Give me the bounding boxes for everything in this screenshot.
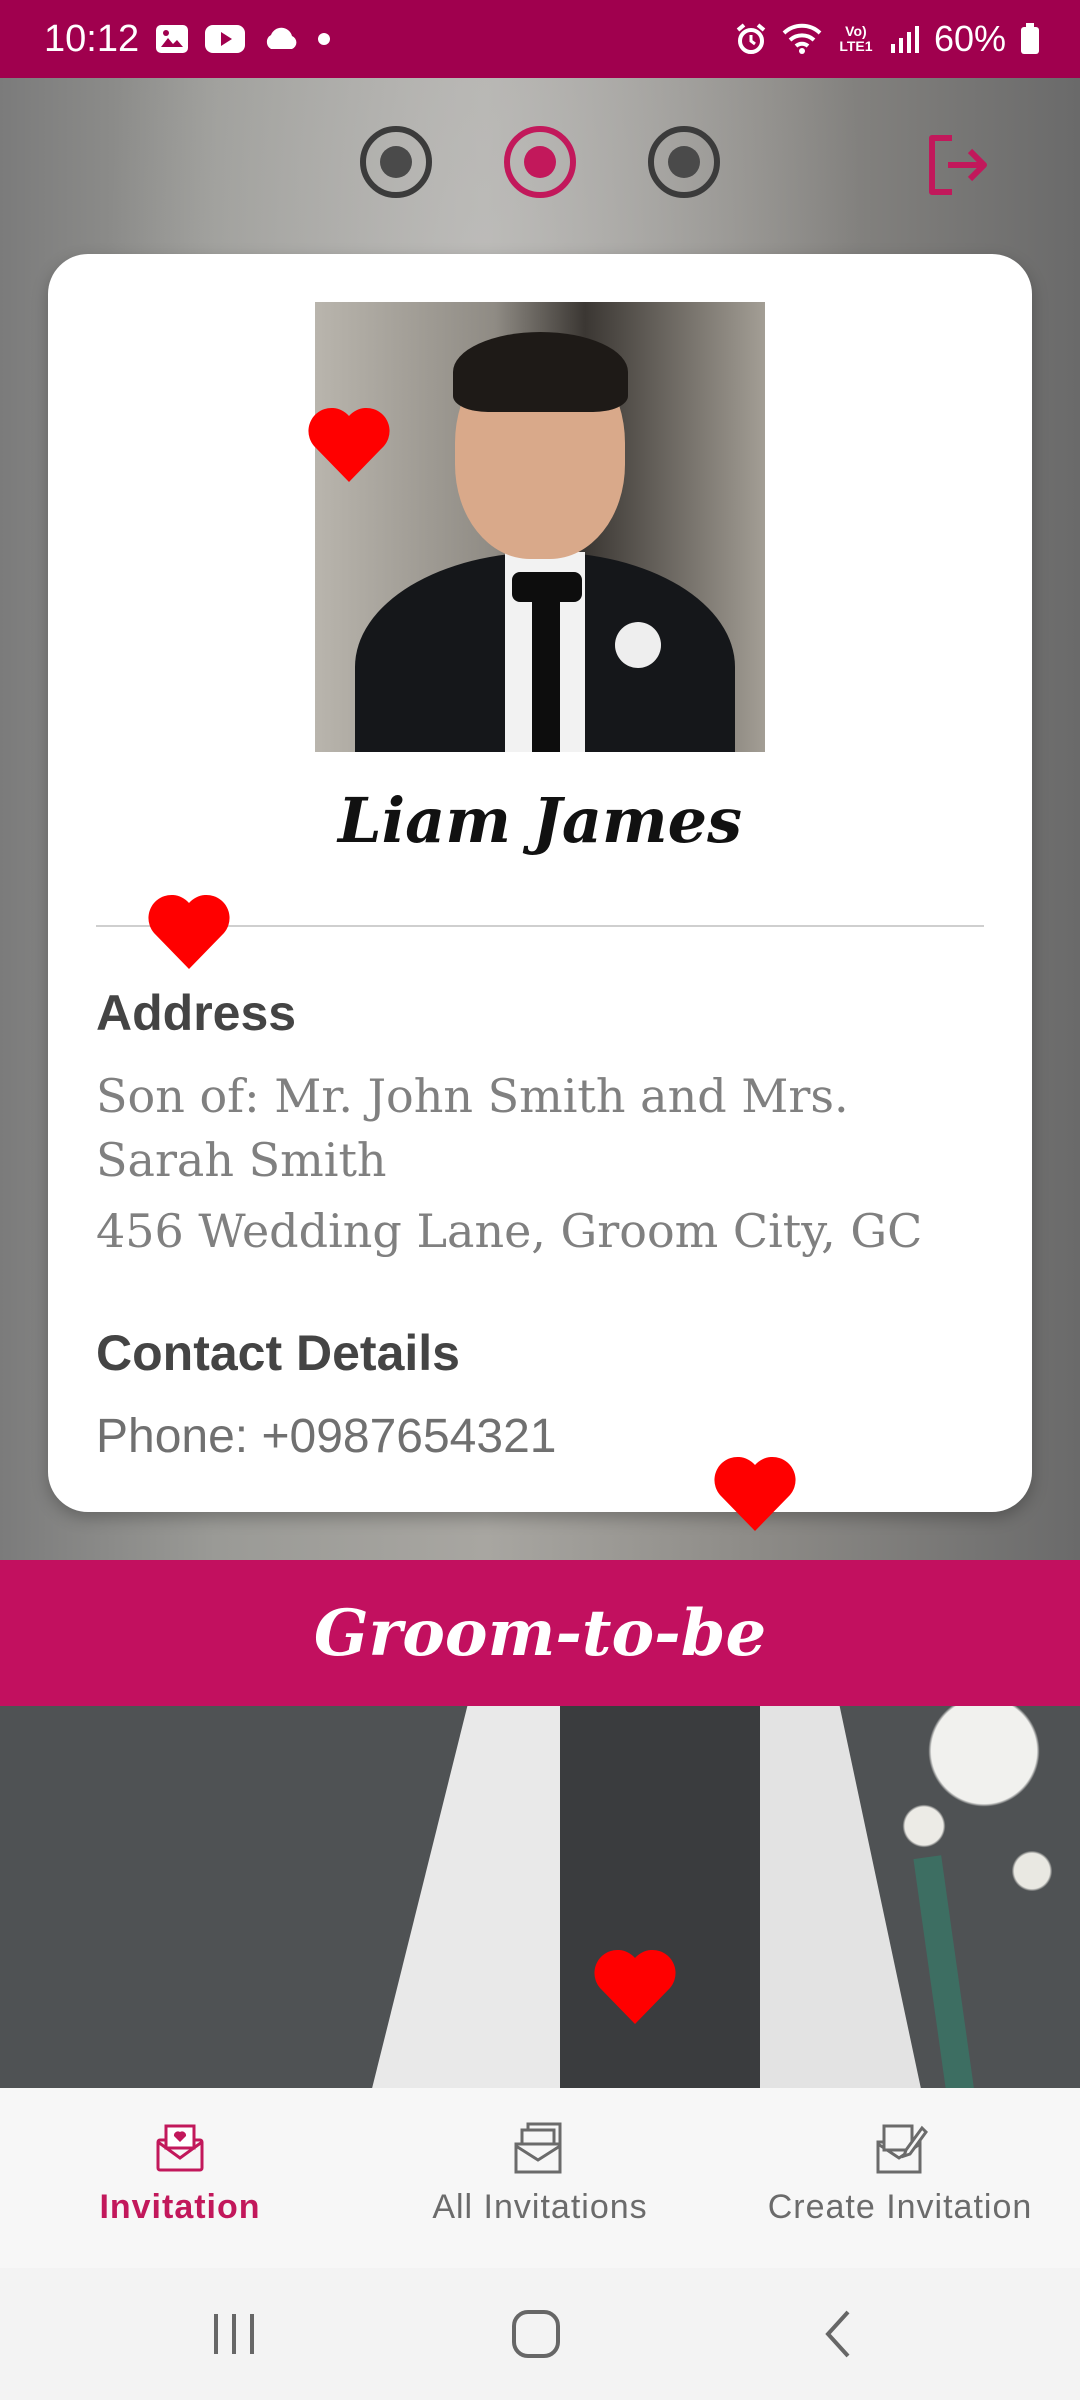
address-heading: Address <box>96 985 297 1041</box>
groom-name: Liam James <box>338 784 742 857</box>
create-invitation-icon <box>876 2124 928 2174</box>
gallery-icon <box>155 24 189 54</box>
system-navigation-bar <box>0 2268 1080 2400</box>
logout-icon <box>929 135 987 195</box>
page-dot-1[interactable] <box>360 126 432 198</box>
status-bar: 10:12 Vo) LTE1 60% <box>0 0 1080 78</box>
battery-percent: 60% <box>933 18 1006 59</box>
battery-icon <box>1020 23 1040 55</box>
groom-photo <box>315 302 765 752</box>
back-icon[interactable] <box>810 2304 870 2364</box>
cloud-icon <box>261 25 301 53</box>
nav-all-invitations[interactable]: All Invitations <box>360 2088 720 2268</box>
nav-all-invitations-label: All Invitations <box>432 2188 648 2226</box>
dot-icon <box>317 32 331 46</box>
youtube-icon <box>205 24 246 54</box>
parents-text: Son of: Mr. John Smith and Mrs. Sarah Sm… <box>96 1069 849 1187</box>
heart-icon <box>714 1456 796 1531</box>
page-indicator <box>0 122 1080 202</box>
recent-apps-icon[interactable] <box>204 2304 264 2364</box>
nav-invitation[interactable]: Invitation <box>0 2088 360 2268</box>
volte-icon: Vo) LTE1 <box>839 23 873 54</box>
nav-invitation-label: Invitation <box>99 2188 261 2226</box>
page-dot-3[interactable] <box>648 126 720 198</box>
status-time: 10:12 <box>44 17 140 60</box>
groom-to-be-banner: Groom-to-be <box>0 1560 1080 1706</box>
logout-button[interactable] <box>922 130 992 200</box>
invitation-envelope-icon <box>156 2124 204 2172</box>
contact-heading: Contact Details <box>96 1325 460 1381</box>
all-invitations-icon <box>514 2122 562 2174</box>
phone-text: Phone: +0987654321 <box>96 1410 557 1463</box>
home-icon[interactable] <box>506 2304 566 2364</box>
page-dot-2-active[interactable] <box>504 126 576 198</box>
heart-icon <box>594 1949 676 2024</box>
profile-card: Liam James Address Son of: Mr. John Smit… <box>48 254 1032 1512</box>
signal-icon <box>890 24 920 54</box>
bottom-navigation: Invitation All Invitations Create Invita… <box>0 2088 1080 2268</box>
background-suit-photo <box>0 1706 1080 2088</box>
nav-create-invitation-label: Create Invitation <box>767 2188 1033 2226</box>
banner-label: Groom-to-be <box>313 1595 767 1671</box>
alarm-icon <box>734 22 768 56</box>
heart-icon <box>308 407 390 482</box>
heart-icon <box>148 894 230 969</box>
wifi-icon <box>782 23 822 55</box>
nav-create-invitation[interactable]: Create Invitation <box>720 2088 1080 2268</box>
address-text: 456 Wedding Lane, Groom City, GC <box>96 1204 923 1258</box>
